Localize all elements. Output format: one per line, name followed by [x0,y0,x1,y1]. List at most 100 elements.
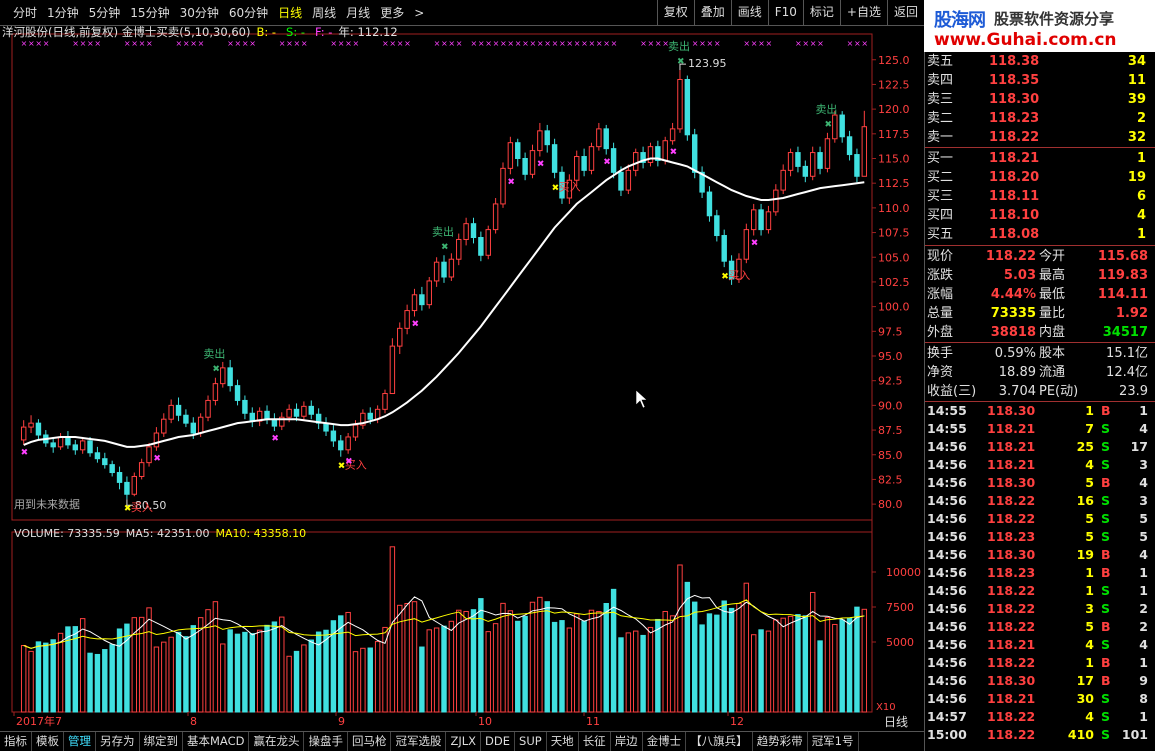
candle[interactable] [684,75,691,141]
candle[interactable] [419,286,425,311]
tick-row[interactable]: 14:57 118.22 4 S 1 [925,708,1155,726]
candle[interactable] [470,217,477,244]
toolbar-button-2[interactable]: 画线 [730,0,768,26]
candle[interactable] [588,142,595,175]
tick-row[interactable]: 14:56 118.22 16 S 3 [925,492,1155,510]
candle[interactable] [795,146,801,173]
period-tab-6[interactable]: 日线 [273,4,307,21]
candle[interactable] [669,122,676,145]
tick-row[interactable]: 15:00 118.22 410 S 101 [925,726,1155,744]
candle[interactable] [529,144,536,179]
period-tab-0[interactable]: 分时 [8,4,42,21]
period-tab-8[interactable]: 月线 [341,4,375,21]
toolbar-button-5[interactable]: +自选 [839,0,887,26]
indicator-tab-8[interactable]: 回马枪 [348,732,392,751]
candle[interactable] [397,322,403,355]
toolbar-button-4[interactable]: 标记 [802,0,840,26]
candle[interactable] [227,359,233,392]
candle[interactable] [802,160,809,183]
candle[interactable] [706,186,713,222]
bid-row[interactable]: 买五 118.08 1 [925,225,1155,244]
candle[interactable] [743,223,750,264]
candle[interactable] [433,257,440,287]
indicator-tab-17[interactable]: 【八旗兵】 [686,732,753,751]
candle[interactable] [426,277,432,309]
toolbar-button-1[interactable]: 叠加 [693,0,731,26]
candle[interactable] [212,377,219,406]
candle[interactable] [441,255,447,283]
tick-row[interactable]: 14:55 118.30 1 B 1 [925,402,1155,420]
candle[interactable] [338,435,344,457]
period-tab-9[interactable]: 更多 [375,4,409,21]
candle[interactable] [677,70,683,133]
candle[interactable] [168,399,174,424]
candle[interactable] [256,407,263,427]
ask-row[interactable]: 卖二 118.23 2 [925,109,1155,128]
candle[interactable] [360,409,366,430]
period-tab-2[interactable]: 5分钟 [84,4,126,21]
candle[interactable] [183,409,189,428]
candle[interactable] [551,138,558,179]
candle[interactable] [175,397,182,422]
candle[interactable] [478,231,484,262]
indicator-tab-18[interactable]: 趋势彩带 [753,732,808,751]
ask-row[interactable]: 卖四 118.35 11 [925,71,1155,90]
candle[interactable] [817,146,823,175]
main-chart-area[interactable]: 洋河股份(日线,前复权) 金博士买卖(5,10,30,60) B: - S: - F:… [0,25,924,729]
ask-row[interactable]: 卖三 118.30 39 [925,90,1155,109]
ask-row[interactable]: 卖一 118.22 32 [925,128,1155,147]
candle[interactable] [315,408,322,430]
period-tab-5[interactable]: 60分钟 [224,4,273,21]
candle[interactable] [109,460,115,477]
tick-row[interactable]: 14:56 118.22 1 B 1 [925,654,1155,672]
candle[interactable] [271,413,278,432]
candle[interactable] [20,420,27,445]
more-chevron-icon[interactable]: > [409,6,429,20]
candle[interactable] [581,148,587,177]
candle[interactable] [308,400,314,420]
candle[interactable] [323,417,329,436]
candle[interactable] [463,217,469,246]
indicator-tab-12[interactable]: SUP [515,732,547,751]
candle[interactable] [161,413,167,437]
indicator-tab-10[interactable]: ZJLX [446,732,482,751]
candle[interactable] [94,446,101,463]
candle[interactable] [220,361,226,388]
indicator-tab-3[interactable]: 另存为 [96,732,140,751]
candle[interactable] [610,142,617,179]
indicator-tab-1[interactable]: 模板 [32,732,64,751]
candle[interactable] [35,419,42,440]
period-tag[interactable]: 日线 [884,715,908,729]
tick-row[interactable]: 14:56 118.21 4 S 3 [925,456,1155,474]
candle[interactable] [846,130,853,161]
indicator-tab-5[interactable]: 基本MACD [183,732,250,751]
indicator-tab-0[interactable]: 指标 [0,732,32,751]
tick-row[interactable]: 14:56 118.23 1 B 1 [925,564,1155,582]
candle[interactable] [603,124,609,155]
period-tab-7[interactable]: 周线 [307,4,341,21]
candle[interactable] [861,110,868,177]
tick-row[interactable]: 14:56 118.22 5 S 5 [925,510,1155,528]
indicator-tab-7[interactable]: 操盘手 [304,732,348,751]
candle[interactable] [655,140,661,167]
candle[interactable] [507,136,514,175]
candle[interactable] [131,472,138,497]
indicator-tab-16[interactable]: 金博士 [643,732,687,751]
indicator-tab-4[interactable]: 绑定到 [140,732,183,751]
tick-row[interactable]: 14:56 118.22 5 B 2 [925,618,1155,636]
kline-chart[interactable]: 洋河股份(日线,前复权) 金博士买卖(5,10,30,60) B: - S: - F:… [0,25,924,731]
candle[interactable] [647,142,654,167]
tick-row[interactable]: 14:56 118.30 5 B 4 [925,474,1155,492]
ask-row[interactable]: 卖五 118.38 34 [925,52,1155,71]
candle[interactable] [854,148,860,183]
toolbar-button-3[interactable]: F10 [767,0,803,26]
candle[interactable] [65,431,71,449]
candle[interactable] [345,433,351,454]
candle[interactable] [146,442,152,467]
candle[interactable] [205,395,211,422]
candle[interactable] [809,146,816,181]
candle[interactable] [625,164,632,195]
candle[interactable] [765,205,772,234]
toolbar-button-0[interactable]: 复权 [656,0,694,26]
period-tab-1[interactable]: 1分钟 [42,4,84,21]
